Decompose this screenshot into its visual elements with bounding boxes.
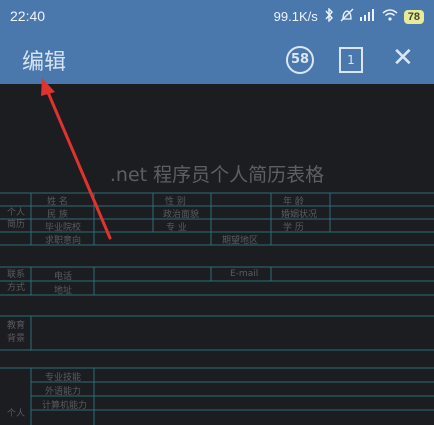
annotation-arrow — [41, 78, 112, 240]
